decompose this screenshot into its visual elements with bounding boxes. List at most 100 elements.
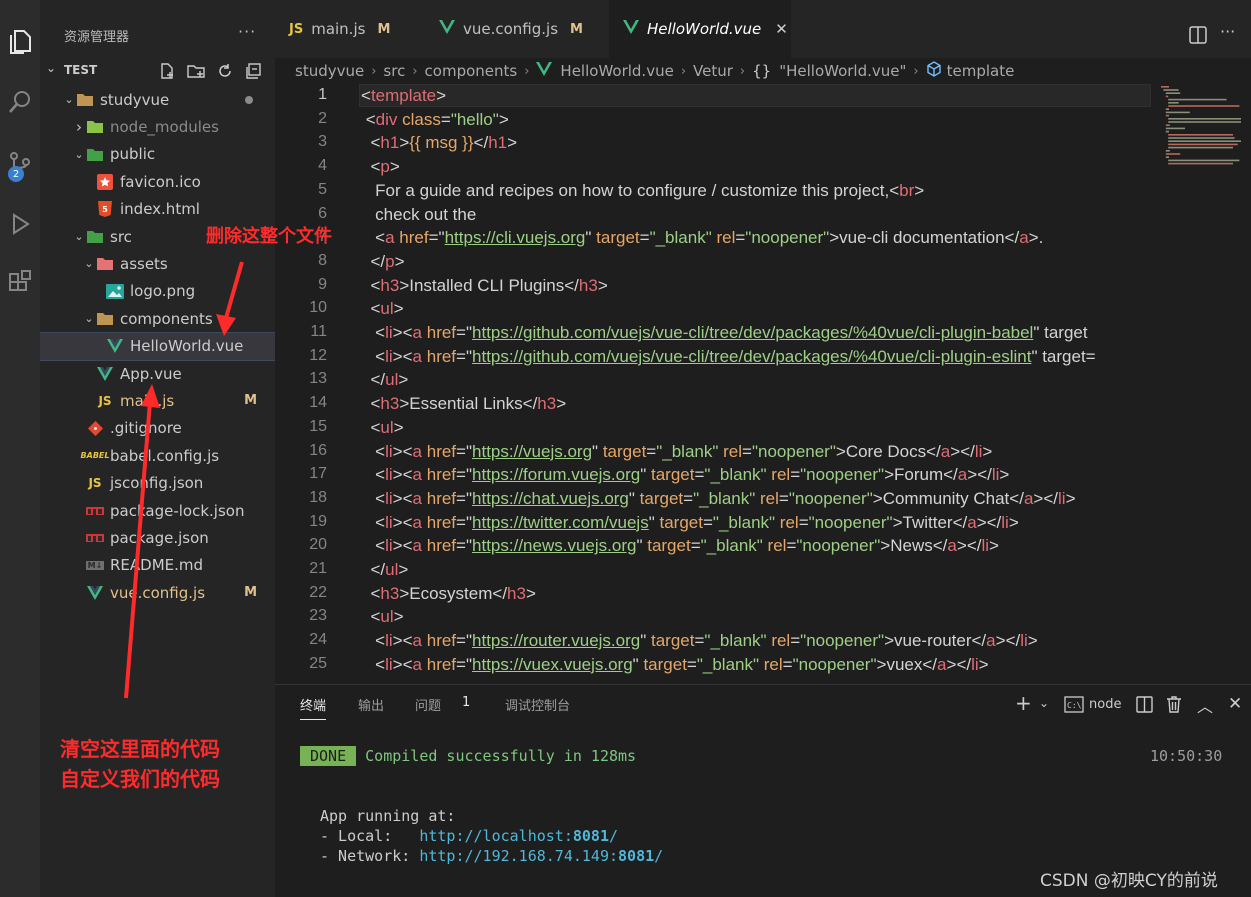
tree-item[interactable]: BABEL babel.config.js <box>40 442 275 469</box>
tree-item[interactable]: › node_modules <box>40 113 275 140</box>
code-line[interactable]: <li><a href="https://vuex.vuejs.org" tar… <box>361 655 988 675</box>
files-icon[interactable] <box>0 18 40 66</box>
tree-item[interactable]: vue.config.js M <box>40 579 275 606</box>
tree-item[interactable]: ⌄ studyvue <box>40 86 275 113</box>
code-line[interactable]: <li><a href="https://router.vuejs.org" t… <box>361 631 1038 651</box>
run-debug-icon[interactable] <box>0 200 40 248</box>
breadcrumb-item[interactable]: Vetur <box>693 62 733 80</box>
tree-item[interactable]: JS jsconfig.json <box>40 470 275 497</box>
terminal-name[interactable]: node <box>1089 697 1121 712</box>
split-editor-icon[interactable] <box>1189 26 1207 44</box>
close-panel-icon[interactable]: ✕ <box>1228 694 1242 714</box>
code-line[interactable]: <p> <box>361 157 399 177</box>
tree-item-label: HelloWorld.vue <box>130 337 244 356</box>
network-url[interactable]: http://192.168.74.149: <box>419 847 618 865</box>
code-line[interactable]: <li><a href="https://chat.vuejs.org" tar… <box>361 489 1075 509</box>
new-terminal-icon[interactable]: + <box>1015 691 1032 715</box>
code-line[interactable]: <ul> <box>361 299 403 319</box>
tree-item[interactable]: .gitignore <box>40 415 275 442</box>
tab-problems[interactable]: 问题 <box>415 695 441 714</box>
tree-item[interactable]: ⌄ public <box>40 141 275 168</box>
editor-more-icon[interactable]: ··· <box>1220 22 1235 41</box>
collapse-all-icon[interactable] <box>244 62 262 80</box>
code-line[interactable]: <li><a href="https://github.com/vuejs/vu… <box>361 347 1095 367</box>
tree-item[interactable]: App.vue <box>40 360 275 387</box>
breadcrumb-item[interactable]: src <box>383 62 405 80</box>
svg-text:C:\: C:\ <box>1067 701 1082 710</box>
tree-item[interactable]: logo.png <box>40 278 275 305</box>
minimap[interactable] <box>1157 84 1247 684</box>
code-line[interactable]: <ul> <box>361 418 403 438</box>
tab-terminal[interactable]: 终端 <box>300 695 327 720</box>
network-port[interactable]: 8081 <box>618 847 654 865</box>
tree-item-label: App.vue <box>120 364 182 383</box>
chevron-down-icon[interactable]: ⌄ <box>1039 696 1049 710</box>
breadcrumb-item[interactable]: studyvue <box>295 62 364 80</box>
code-line[interactable]: <li><a href="https://github.com/vuejs/vu… <box>361 323 1087 343</box>
tree-item[interactable]: ⌄ assets <box>40 250 275 277</box>
code-line[interactable]: <h3>Installed CLI Plugins</h3> <box>361 276 607 296</box>
code-line[interactable]: <template> <box>361 86 446 106</box>
tree-item[interactable]: ⌄ components <box>40 305 275 332</box>
code-line[interactable]: <div class="hello"> <box>361 110 509 130</box>
tree-item[interactable]: JS main.js M <box>40 387 275 414</box>
html-file-icon: 5 <box>96 200 114 218</box>
extensions-icon[interactable] <box>0 258 40 306</box>
breadcrumb-item[interactable]: HelloWorld.vue <box>560 62 673 80</box>
code-line[interactable]: <li><a href="https://news.vuejs.org" tar… <box>361 536 999 556</box>
tree-item[interactable]: favicon.ico <box>40 168 275 195</box>
trash-icon[interactable] <box>1166 695 1182 713</box>
close-icon[interactable]: ✕ <box>775 20 788 38</box>
tab-vue-config-js[interactable]: vue.config.js M <box>425 0 609 58</box>
code-line[interactable]: <a href="https://cli.vuejs.org" target="… <box>361 228 1043 248</box>
vue-file-icon <box>536 62 553 80</box>
tab-debug-console[interactable]: 调试控制台 <box>505 695 570 714</box>
minimap-line <box>1168 105 1240 107</box>
tree-item[interactable]: M↓ README.md <box>40 552 275 579</box>
tree-item[interactable]: package.json <box>40 524 275 551</box>
activity-bar: 2 <box>0 0 40 897</box>
tree-item[interactable]: package-lock.json <box>40 497 275 524</box>
local-port[interactable]: 8081 <box>573 827 609 845</box>
code-line[interactable]: </ul> <box>361 370 408 390</box>
workspace-section-header[interactable]: ⌄ TEST <box>40 58 275 84</box>
modified-status: M <box>377 21 391 37</box>
source-control-icon[interactable]: 2 <box>0 140 40 188</box>
code-line[interactable]: <h3>Essential Links</h3> <box>361 394 566 414</box>
code-line[interactable]: <li><a href="https://forum.vuejs.org" ta… <box>361 465 1009 485</box>
code-line[interactable]: </p> <box>361 252 404 272</box>
code-line[interactable]: check out the <box>361 205 476 225</box>
minimap-line <box>1165 108 1169 110</box>
vue-file-icon <box>106 337 124 355</box>
vue-file-icon <box>439 20 455 38</box>
local-url[interactable]: http://localhost: <box>419 827 573 845</box>
tab-output[interactable]: 输出 <box>358 695 384 714</box>
breadcrumb-item[interactable]: components <box>425 62 518 80</box>
search-icon[interactable] <box>0 78 40 126</box>
code-line[interactable]: <ul> <box>361 607 403 627</box>
breadcrumb-item[interactable]: "HelloWorld.vue" <box>779 62 906 80</box>
code-line[interactable]: <li><a href="https://twitter.com/vuejs" … <box>361 513 1019 533</box>
svg-text:5: 5 <box>102 205 108 214</box>
code-line[interactable]: <h1>{{ msg }}</h1> <box>361 133 517 153</box>
code-line[interactable]: </ul> <box>361 560 408 580</box>
split-terminal-icon[interactable] <box>1136 696 1153 713</box>
breadcrumb-item[interactable]: template <box>947 62 1015 80</box>
code-editor[interactable]: 1 2 3 4 5 6 7 8 9 10 11 12 13 14 15 16 17 18 19 20 21 22 23 24 2… <box>275 84 1251 684</box>
more-actions-icon[interactable]: ··· <box>238 22 256 41</box>
tab-helloworld-vue[interactable]: HelloWorld.vue ✕ <box>609 0 791 58</box>
tab-main-js[interactable]: JS main.js M <box>275 0 425 58</box>
vue-file-icon <box>86 584 104 602</box>
code-line[interactable]: For a guide and recipes on how to config… <box>361 181 924 201</box>
code-line[interactable]: <li><a href="https://vuejs.org" target="… <box>361 442 992 462</box>
code-line[interactable]: <h3>Ecosystem</h3> <box>361 584 535 604</box>
maximize-panel-icon[interactable]: ︿ <box>1197 693 1213 717</box>
new-folder-icon[interactable] <box>186 62 206 80</box>
breadcrumb: studyvue › src › components › HelloWorld.vue › V… <box>275 58 1251 84</box>
refresh-icon[interactable] <box>216 62 234 80</box>
tree-item[interactable]: 5 index.html <box>40 196 275 223</box>
new-file-icon[interactable] <box>158 62 176 80</box>
tree-item[interactable]: HelloWorld.vue <box>40 331 275 361</box>
workspace-name: TEST <box>64 63 98 77</box>
local-url-suffix: / <box>609 827 619 845</box>
